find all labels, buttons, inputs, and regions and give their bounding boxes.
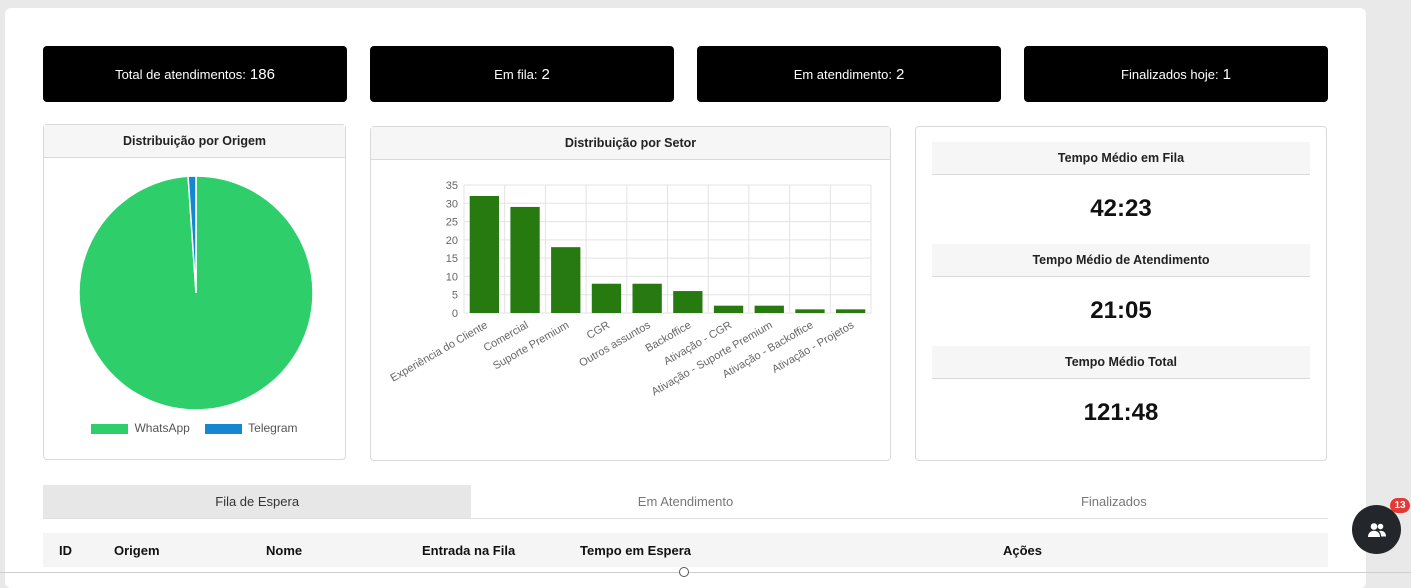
y-tick-label: 5 [452, 290, 458, 302]
legend-item-whatsapp[interactable]: WhatsApp [91, 421, 190, 435]
origin-chart-title: Distribuição por Origem [44, 125, 345, 158]
tab-finalizados[interactable]: Finalizados [900, 485, 1328, 518]
tab-em-atendimento[interactable]: Em Atendimento [471, 485, 899, 518]
stat-value: 1 [1222, 65, 1231, 83]
stat-label: Em atendimento: [793, 66, 892, 82]
metric-title: Tempo Médio de Atendimento [932, 244, 1310, 277]
resize-handle[interactable] [679, 567, 689, 577]
stat-em-fila: Em fila: 2 [370, 46, 674, 102]
y-tick-label: 15 [446, 253, 458, 265]
x-tick-label: CGR [585, 319, 612, 342]
bar[interactable] [469, 195, 500, 313]
metric-value: 21:05 [1090, 297, 1152, 324]
stat-value: 2 [895, 65, 905, 83]
y-tick-label: 20 [446, 235, 458, 247]
metric-value: 121:48 [1083, 399, 1159, 426]
stat-value: 2 [541, 65, 550, 83]
bar[interactable] [551, 247, 581, 313]
stat-label: Em fila: [494, 66, 538, 82]
table-header: ID Origem Nome Entrada na Fila Tempo em … [43, 533, 1328, 567]
queue-tabs: Fila de Espera Em Atendimento Finalizado… [43, 485, 1328, 519]
stat-total-atendimentos: Total de atendimentos: 186 [43, 46, 347, 102]
column-header-acoes[interactable]: Ações [1003, 543, 1042, 558]
column-header-origem[interactable]: Origem [114, 543, 160, 558]
x-tick-label: Suporte Premium [491, 319, 571, 372]
y-tick-label: 0 [452, 308, 458, 320]
origin-chart-card: Distribuição por Origem WhatsApp Telegra… [43, 124, 346, 460]
notification-badge: 13 [1390, 498, 1410, 513]
sector-bar-chart: 05101520253035Experiência do ClienteCome… [389, 180, 872, 398]
bar[interactable] [835, 309, 866, 313]
metrics-card: Tempo Médio em Fila 42:23 Tempo Médio de… [915, 126, 1327, 461]
legend-item-telegram[interactable]: Telegram [205, 421, 298, 435]
legend-label: Telegram [248, 421, 298, 435]
x-tick-label: Experiência do Cliente [389, 319, 490, 384]
x-tick-label: Outros assuntos [577, 319, 653, 370]
legend-swatch-whatsapp [91, 423, 129, 434]
metric-title: Tempo Médio Total [932, 346, 1310, 379]
y-tick-label: 25 [446, 217, 458, 229]
origin-legend: WhatsApp Telegram [44, 421, 345, 435]
sector-chart-title: Distribuição por Setor [371, 127, 890, 160]
stat-label: Total de atendimentos: [115, 66, 246, 82]
metric-title: Tempo Médio em Fila [932, 142, 1310, 175]
viewport-divider [0, 572, 1411, 573]
tab-fila-de-espera[interactable]: Fila de Espera [43, 485, 472, 518]
bar[interactable] [754, 305, 784, 313]
users-icon [1367, 522, 1386, 537]
stat-finalizados-hoje: Finalizados hoje: 1 [1024, 46, 1328, 102]
y-tick-label: 35 [446, 180, 458, 192]
bar[interactable] [591, 283, 622, 313]
metric-value: 42:23 [1090, 195, 1152, 222]
stat-label: Finalizados hoje: [1121, 66, 1219, 82]
bar[interactable] [795, 309, 825, 313]
bar[interactable] [510, 206, 540, 313]
bar[interactable] [632, 283, 662, 313]
origin-pie-chart [78, 175, 314, 411]
legend-label: WhatsApp [134, 421, 190, 435]
bar[interactable] [713, 305, 744, 313]
column-header-id[interactable]: ID [59, 543, 72, 558]
stat-value: 186 [249, 65, 275, 83]
stat-em-atendimento: Em atendimento: 2 [697, 46, 1001, 102]
column-header-nome[interactable]: Nome [266, 543, 302, 558]
column-header-tempo-espera[interactable]: Tempo em Espera [580, 543, 691, 558]
sector-chart-card: Distribuição por Setor 0 5 10 15 20 25 30 35 Exp… [370, 126, 891, 461]
bar[interactable] [673, 291, 703, 313]
legend-swatch-telegram [205, 423, 243, 434]
y-tick-label: 30 [446, 198, 458, 210]
y-tick-label: 10 [446, 271, 458, 283]
column-header-entrada[interactable]: Entrada na Fila [422, 543, 515, 558]
